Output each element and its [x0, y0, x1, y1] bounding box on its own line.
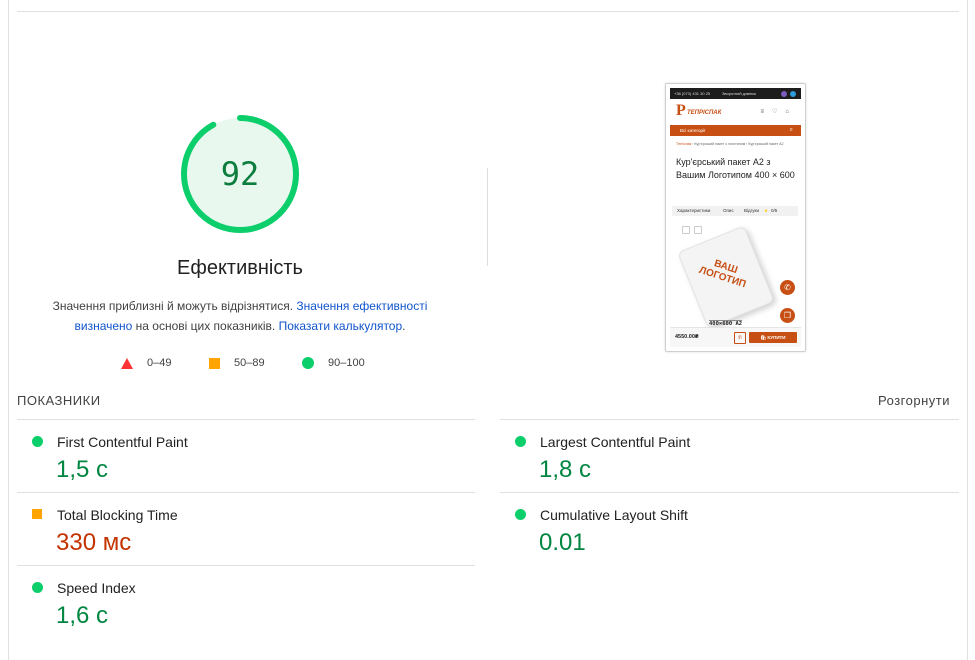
thumb-crumb-3: Кур'єрський пакет А2	[748, 142, 784, 146]
metric-value: 330 мс	[56, 529, 132, 556]
thumb-breadcrumb: Tеп!іспак › Кур'єрський пакет з логотипо…	[676, 142, 784, 146]
metric-cls[interactable]: Cumulative Layout Shift 0.01	[500, 493, 955, 565]
thumb-price: 4550.00₴	[675, 334, 699, 340]
vertical-divider	[487, 168, 488, 266]
thumb-catalog-label: Всі категорії	[680, 128, 706, 133]
thumb-tabs: Характеристики Опис Відгуки ★ 0/5	[672, 206, 798, 216]
average-square-icon	[32, 509, 42, 519]
thumb-topbar: +38 (073) 431 30 25 Зворотний дзвінок	[670, 88, 801, 99]
thumb-header-icons: ≡♡⌂	[760, 109, 797, 115]
bag-logo-text: ВАШ ЛОГОТИП	[697, 258, 748, 291]
thumb-phone: +38 (073) 431 30 25	[674, 91, 711, 96]
thumb-product-image: ВАШ ЛОГОТИП ✆ ❐	[674, 222, 796, 329]
legend-fail-label: 0–49	[147, 357, 172, 369]
telegram-icon	[790, 91, 796, 97]
metric-name: Cumulative Layout Shift	[540, 507, 688, 523]
metric-speed-index[interactable]: Speed Index 1,6 с	[17, 566, 472, 638]
metric-fcp[interactable]: First Contentful Paint 1,5 с	[17, 420, 472, 492]
thumb-logo: P ТЕПРІСПАК	[676, 102, 721, 122]
thumb-buy-button: 🛍 КУПИТИ	[749, 332, 797, 343]
call-icon: ✆	[780, 280, 795, 295]
thumb-buy-bar: 4550.00₴ ✆ 🛍 КУПИТИ	[670, 327, 801, 347]
thumb-size-code: 400×600 А2	[709, 320, 743, 327]
fail-triangle-icon	[121, 357, 133, 369]
pass-circle-icon	[515, 509, 526, 520]
average-square-icon	[209, 357, 220, 369]
thumb-crumb-2: Кур'єрський пакет з логотипом	[694, 142, 746, 146]
metric-name: Total Blocking Time	[57, 507, 178, 523]
metric-name: Speed Index	[57, 580, 136, 596]
metric-value: 1,6 с	[56, 602, 109, 629]
final-screenshot[interactable]: +38 (073) 431 30 25 Зворотний дзвінок P …	[665, 83, 806, 352]
expand-toggle[interactable]: Розгорнути	[878, 393, 950, 408]
legend-fail: 0–49	[121, 355, 171, 371]
legend-pass: 90–100	[302, 355, 365, 371]
mailer-bag-image: ВАШ ЛОГОТИП	[677, 225, 775, 329]
score-description: Значення приблизні й можуть відрізнятися…	[40, 296, 440, 336]
metric-lcp[interactable]: Largest Contentful Paint 1,8 с	[500, 420, 955, 492]
metric-value: 1,5 с	[56, 456, 109, 483]
thumb-tab-specs: Характеристики	[677, 208, 711, 213]
metrics-heading: ПОКАЗНИКИ	[17, 393, 101, 408]
legend-average-label: 50–89	[234, 357, 265, 369]
star-icon: ★	[764, 208, 769, 213]
metric-name: Largest Contentful Paint	[540, 434, 691, 450]
calculator-link[interactable]: Показати калькулятор	[279, 319, 403, 333]
gauge-score: 92	[220, 155, 260, 193]
gauge-title: Ефективність	[177, 257, 303, 279]
top-divider	[17, 11, 959, 12]
thumb-tab-rating: 0/5	[771, 208, 778, 213]
pass-circle-icon	[515, 436, 526, 447]
metric-value: 1,8 с	[539, 456, 592, 483]
thumb-callback: Зворотний дзвінок	[722, 91, 757, 96]
pass-circle-icon	[32, 436, 43, 447]
metric-tbt[interactable]: Total Blocking Time 330 мс	[17, 493, 472, 565]
legend-pass-label: 90–100	[328, 357, 365, 369]
thumb-product-title: Кур'єрський пакет А2 з Вашим Логотипом 4…	[676, 157, 795, 180]
description-text-3: .	[402, 319, 406, 333]
zoom-icon	[682, 226, 690, 234]
thumb-tab-reviews: Відгуки	[744, 208, 760, 213]
performance-gauge[interactable]: 92	[179, 113, 301, 235]
thumb-crumb-1: Tеп!іспак	[676, 142, 692, 146]
search-icon: ⌕	[789, 127, 793, 133]
chat-icon: ❐	[780, 308, 795, 323]
pass-circle-icon	[302, 357, 314, 369]
description-text-1: Значення приблизні й можуть відрізнятися…	[52, 299, 297, 313]
phone-icon: ✆	[734, 332, 746, 344]
thumb-tab-description: Опис	[723, 208, 734, 213]
description-text-2: на основі цих показників.	[132, 319, 279, 333]
thumb-catalog-bar: Всі категорії ⌕	[670, 125, 801, 136]
legend-average: 50–89	[209, 355, 265, 371]
logo-mark-icon: P	[676, 102, 686, 119]
thumb-logo-text: ТЕПРІСПАК	[687, 110, 722, 116]
metric-value: 0.01	[539, 529, 586, 556]
compare-icon	[694, 226, 702, 234]
thumb-buy-label: КУПИТИ	[767, 335, 786, 340]
viber-icon	[781, 91, 787, 97]
metric-name: First Contentful Paint	[57, 434, 188, 450]
pass-circle-icon	[32, 582, 43, 593]
